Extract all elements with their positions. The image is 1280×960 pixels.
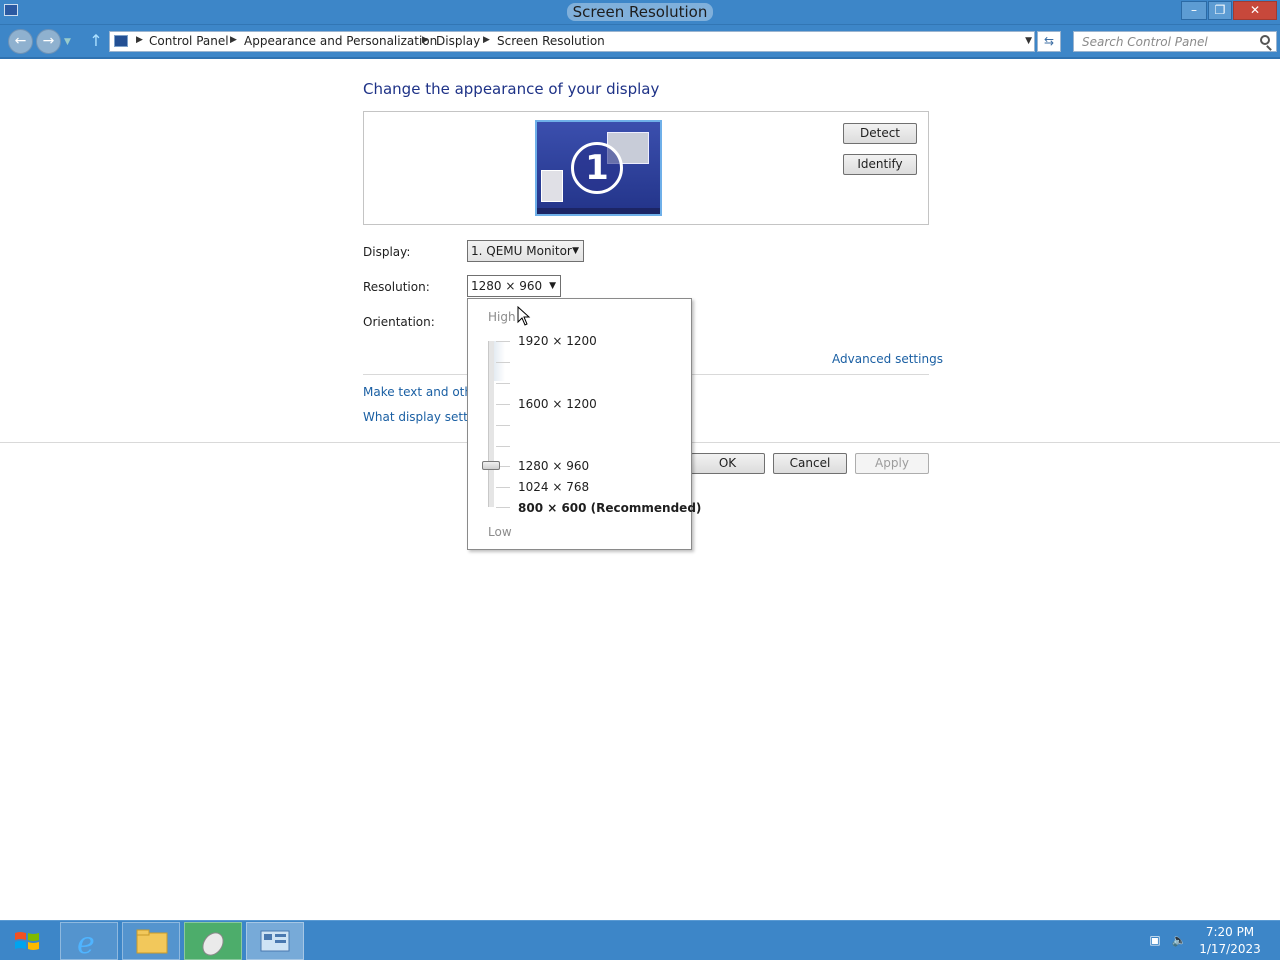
start-button[interactable] — [0, 921, 56, 960]
display-label: Display: — [363, 245, 411, 259]
apply-button[interactable]: Apply — [855, 453, 929, 474]
monitor-number: 1 — [571, 142, 623, 194]
taskbar-mouse-app[interactable] — [184, 922, 242, 960]
taskbar-preview — [537, 208, 660, 214]
resolution-label: Resolution: — [363, 280, 430, 294]
forward-arrow-icon: → — [42, 33, 55, 49]
slider-tick — [496, 487, 510, 488]
resolution-dropdown: High 1920 × 1200 1600 × 1200 1280 × 960 … — [467, 298, 701, 550]
taskbar-file-explorer[interactable] — [122, 922, 180, 960]
taskbar-control-panel[interactable] — [246, 922, 304, 960]
up-arrow-icon: ↑ — [89, 31, 103, 50]
forward-button[interactable]: → — [36, 29, 61, 54]
breadcrumb-arrow-icon[interactable]: ▶ — [422, 35, 429, 45]
high-label: High — [488, 310, 516, 324]
close-icon: ✕ — [1249, 3, 1261, 17]
detect-button[interactable]: Detect — [843, 123, 917, 144]
search-icon[interactable] — [1260, 35, 1270, 45]
display-select-value: 1. QEMU Monitor — [471, 244, 572, 258]
slider-tick — [496, 446, 510, 447]
resolution-select[interactable]: 1280 × 960 ▼ — [467, 275, 561, 297]
resolution-option-1920x1200[interactable]: 1920 × 1200 — [518, 334, 597, 348]
refresh-button[interactable]: ⇆ — [1037, 31, 1061, 52]
recent-pages-dropdown[interactable]: ▼ — [64, 37, 71, 47]
breadcrumb-control-panel[interactable]: Control Panel — [149, 34, 229, 48]
breadcrumb-screen-resolution[interactable]: Screen Resolution — [497, 34, 605, 48]
control-panel-icon — [114, 35, 128, 47]
ok-button[interactable]: OK — [691, 453, 765, 474]
resolution-slider-track[interactable] — [488, 341, 494, 507]
cancel-button[interactable]: Cancel — [773, 453, 847, 474]
resolution-slider-thumb[interactable] — [482, 461, 500, 470]
speaker-muted-icon[interactable]: 🔈 — [1171, 933, 1187, 947]
taskbar: e ▣ 🔈 7:20 PM 1/17/2023 — [0, 920, 1280, 960]
back-arrow-icon: ← — [14, 33, 27, 49]
monitor-1-thumbnail[interactable]: 1 — [535, 120, 662, 216]
breadcrumb-display[interactable]: Display — [436, 34, 480, 48]
display-select[interactable]: 1. QEMU Monitor ▼ — [467, 240, 584, 262]
windows-logo-icon — [15, 932, 39, 950]
desktop-window-preview — [541, 170, 563, 202]
taskbar-internet-explorer[interactable]: e — [60, 922, 118, 960]
title-bar: Screen Resolution – ❐ ✕ — [0, 0, 1280, 25]
restore-button[interactable]: ❐ — [1208, 1, 1232, 20]
clock-time[interactable]: 7:20 PM — [1196, 925, 1264, 939]
chevron-down-icon[interactable]: ▼ — [1025, 36, 1032, 46]
minimize-icon: – — [1191, 3, 1197, 17]
control-panel-icon — [260, 930, 290, 952]
close-button[interactable]: ✕ — [1233, 1, 1277, 20]
slider-tick — [496, 404, 510, 405]
chevron-down-icon: ▼ — [549, 281, 556, 291]
resolution-option-1024x768[interactable]: 1024 × 768 — [518, 480, 589, 494]
advanced-settings-link[interactable]: Advanced settings — [832, 352, 943, 366]
resolution-option-1600x1200[interactable]: 1600 × 1200 — [518, 397, 597, 411]
slider-tick — [496, 383, 510, 384]
window-title: Screen Resolution — [566, 3, 714, 21]
network-icon[interactable]: ▣ — [1147, 933, 1163, 947]
folder-icon — [136, 929, 168, 954]
refresh-icon: ⇆ — [1043, 34, 1055, 48]
breadcrumb-arrow-icon[interactable]: ▶ — [483, 35, 490, 45]
restore-icon: ❐ — [1214, 3, 1226, 17]
slider-tick — [496, 507, 510, 508]
navigation-bar: ← → ▼ ↑ ▶ Control Panel ▶ Appearance and… — [0, 25, 1280, 59]
breadcrumb-arrow-icon[interactable]: ▶ — [230, 35, 237, 45]
resolution-option-1280x960[interactable]: 1280 × 960 — [518, 459, 589, 473]
chevron-down-icon: ▼ — [572, 246, 579, 256]
identify-button[interactable]: Identify — [843, 154, 917, 175]
svg-text:e: e — [77, 926, 95, 959]
mouse-icon — [202, 932, 224, 956]
breadcrumb-arrow-icon[interactable]: ▶ — [136, 35, 143, 45]
minimize-button[interactable]: – — [1181, 1, 1207, 20]
slider-tick — [496, 341, 510, 342]
resolution-select-value: 1280 × 960 — [471, 279, 543, 293]
resolution-option-800x600[interactable]: 800 × 600 (Recommended) — [518, 501, 701, 515]
address-bar[interactable]: ▶ Control Panel ▶ Appearance and Persona… — [109, 31, 1035, 52]
search-input[interactable]: Search Control Panel — [1082, 35, 1208, 49]
text-size-link[interactable]: Make text and other — [363, 385, 467, 399]
display-settings-help-link[interactable]: What display setting — [363, 410, 467, 424]
page-title: Change the appearance of your display — [363, 80, 660, 98]
internet-explorer-icon: e — [77, 926, 95, 960]
search-box[interactable]: Search Control Panel — [1073, 31, 1277, 52]
slider-tick — [496, 362, 510, 363]
orientation-label: Orientation: — [363, 315, 435, 329]
monitor-panel: 1 Detect Identify — [363, 111, 929, 225]
up-button[interactable]: ↑ — [88, 31, 104, 51]
slider-tick — [496, 425, 510, 426]
back-button[interactable]: ← — [8, 29, 33, 54]
clock-date[interactable]: 1/17/2023 — [1196, 942, 1264, 956]
breadcrumb-appearance[interactable]: Appearance and Personalization — [244, 34, 437, 48]
low-label: Low — [488, 525, 512, 539]
